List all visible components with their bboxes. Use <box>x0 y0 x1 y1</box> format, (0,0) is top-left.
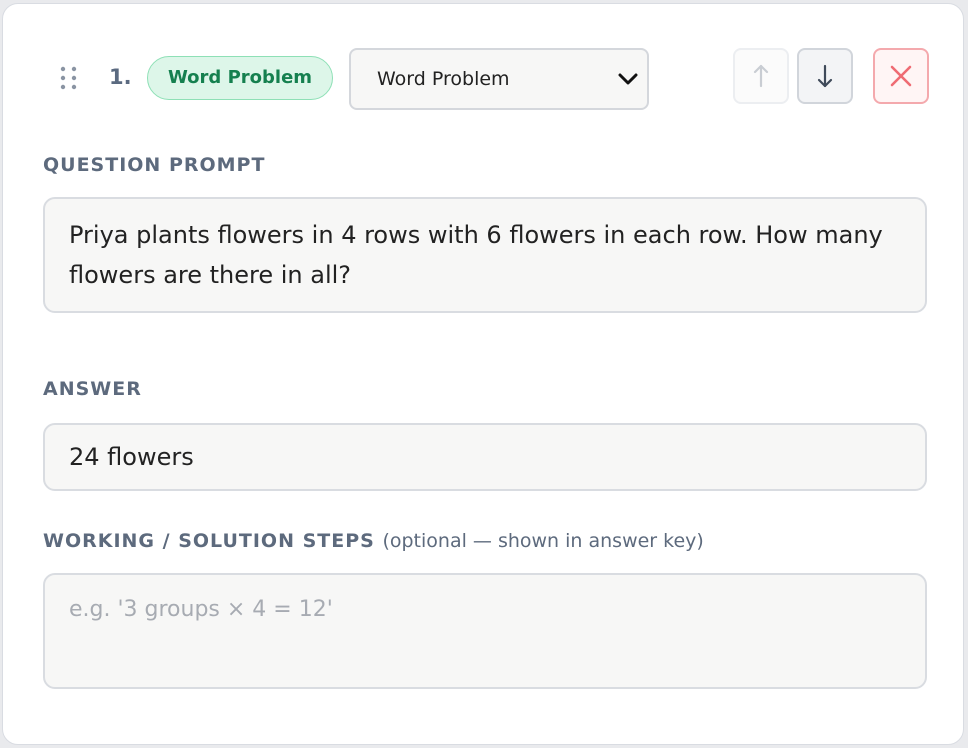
solution-steps-label: WORKING / SOLUTION STEPS (optional — sho… <box>43 530 704 552</box>
chevron-down-icon <box>615 66 641 92</box>
answer-label: ANSWER <box>43 378 142 400</box>
question-type-select[interactable]: Word Problem <box>349 48 649 110</box>
answer-text: 24 flowers <box>69 443 194 471</box>
question-number: 1. <box>109 65 132 89</box>
arrow-up-icon <box>753 64 769 88</box>
question-type-select-value: Word Problem <box>377 68 510 90</box>
solution-steps-hint: (optional — shown in answer key) <box>382 530 704 552</box>
question-card: 1. Word Problem Word Problem QUESTION PR… <box>2 3 964 745</box>
question-type-badge: Word Problem <box>147 56 333 100</box>
solution-steps-input[interactable]: e.g. '3 groups × 4 = 12' <box>43 573 927 689</box>
answer-input[interactable]: 24 flowers <box>43 423 927 491</box>
arrow-down-icon <box>817 64 833 88</box>
question-prompt-input[interactable]: Priya plants flowers in 4 rows with 6 fl… <box>43 197 927 313</box>
drag-handle-icon[interactable] <box>58 65 80 91</box>
question-prompt-label: QUESTION PROMPT <box>43 154 266 176</box>
question-prompt-text: Priya plants flowers in 4 rows with 6 fl… <box>69 221 883 289</box>
move-down-button[interactable] <box>797 48 853 104</box>
move-up-button[interactable] <box>733 48 789 104</box>
delete-question-button[interactable] <box>873 48 929 104</box>
solution-steps-placeholder: e.g. '3 groups × 4 = 12' <box>69 597 333 622</box>
close-icon <box>890 65 912 87</box>
solution-steps-label-text: WORKING / SOLUTION STEPS <box>43 530 375 552</box>
